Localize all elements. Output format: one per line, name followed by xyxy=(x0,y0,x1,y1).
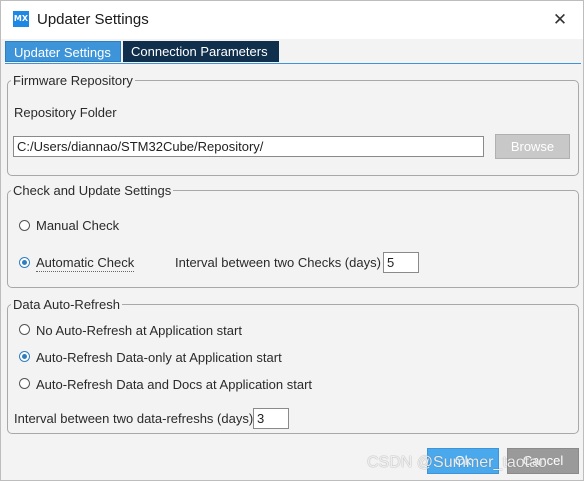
auto-refresh-data-docs-radio[interactable] xyxy=(19,378,30,389)
data-auto-refresh-legend: Data Auto-Refresh xyxy=(13,297,120,312)
dialog-title: Updater Settings xyxy=(37,11,149,28)
tab-connection-parameters[interactable]: Connection Parameters xyxy=(123,41,279,62)
refresh-interval-input[interactable] xyxy=(253,408,289,429)
check-update-legend: Check and Update Settings xyxy=(13,183,172,198)
stm32cubemx-logo-icon: MX xyxy=(13,11,29,27)
ok-button[interactable]: Ok xyxy=(427,448,499,474)
repository-folder-input[interactable] xyxy=(13,136,484,157)
auto-refresh-data-only-label[interactable]: Auto-Refresh Data-only at Application st… xyxy=(36,350,282,365)
title-bar: MX Updater Settings ✕ xyxy=(1,1,583,39)
updater-settings-dialog: MX Updater Settings ✕ Updater Settings C… xyxy=(0,0,584,481)
check-interval-input[interactable] xyxy=(383,252,419,273)
automatic-check-radio[interactable] xyxy=(19,257,30,268)
tab-updater-settings[interactable]: Updater Settings xyxy=(5,41,121,62)
auto-refresh-data-docs-label[interactable]: Auto-Refresh Data and Docs at Applicatio… xyxy=(36,377,312,392)
refresh-interval-label: Interval between two data-refreshs (days… xyxy=(14,411,254,426)
browse-button[interactable]: Browse xyxy=(495,134,570,159)
repository-folder-label: Repository Folder xyxy=(14,105,117,120)
manual-check-label[interactable]: Manual Check xyxy=(36,218,119,233)
check-update-group: Check and Update Settings xyxy=(7,183,579,288)
close-icon[interactable]: ✕ xyxy=(547,8,573,32)
firmware-repository-legend: Firmware Repository xyxy=(13,73,133,88)
auto-refresh-data-only-radio[interactable] xyxy=(19,351,30,362)
cancel-button[interactable]: Cancel xyxy=(507,448,579,474)
tab-underline xyxy=(5,63,581,64)
no-auto-refresh-label[interactable]: No Auto-Refresh at Application start xyxy=(36,323,242,338)
firmware-repository-group: Firmware Repository xyxy=(7,73,579,176)
check-interval-label: Interval between two Checks (days) xyxy=(175,255,381,270)
no-auto-refresh-radio[interactable] xyxy=(19,324,30,335)
manual-check-radio[interactable] xyxy=(19,220,30,231)
automatic-check-label[interactable]: Automatic Check xyxy=(36,255,135,272)
